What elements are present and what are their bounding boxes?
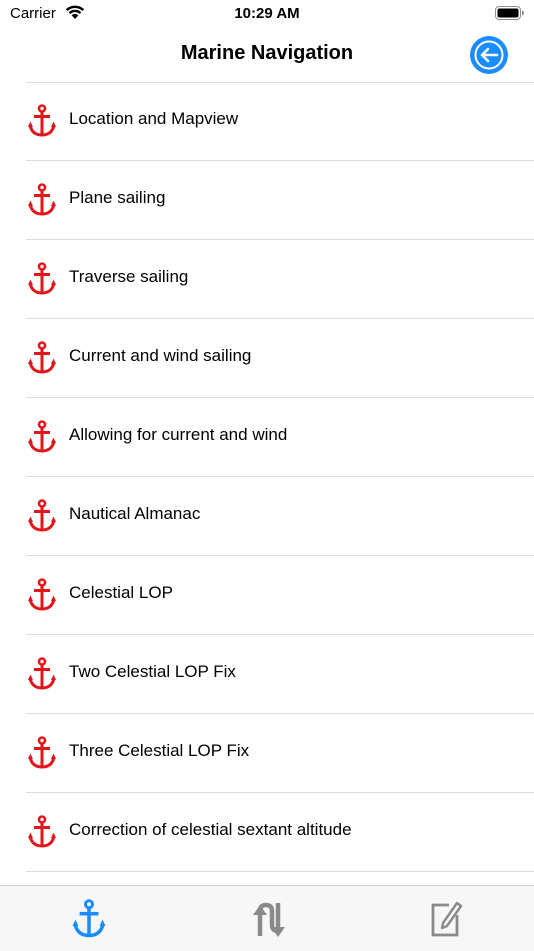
list-item-label: Location and Mapview bbox=[69, 109, 239, 128]
list-item[interactable]: Traverse sailing bbox=[0, 240, 534, 319]
anchor-icon bbox=[28, 578, 56, 611]
tab-notes[interactable] bbox=[356, 886, 534, 951]
list-item-label: Three Celestial LOP Fix bbox=[69, 741, 250, 760]
list-item[interactable]: Correction of celestial sextant altitude bbox=[0, 793, 534, 872]
anchor-icon bbox=[28, 736, 56, 769]
list-item[interactable]: Allowing for current and wind bbox=[0, 398, 534, 477]
list-item[interactable]: Celestial LOP bbox=[0, 556, 534, 635]
list-item[interactable]: Two Celestial LOP Fix bbox=[0, 635, 534, 714]
anchor-icon bbox=[28, 420, 56, 453]
anchor-icon bbox=[28, 657, 56, 690]
list-item[interactable]: Three Celestial LOP Fix bbox=[0, 714, 534, 793]
list-item[interactable]: Current and wind sailing bbox=[0, 319, 534, 398]
list-item[interactable]: Plane sailing bbox=[0, 161, 534, 240]
anchor-icon bbox=[72, 899, 106, 938]
list-item-label: Traverse sailing bbox=[69, 267, 189, 286]
swap-arrows-icon bbox=[253, 902, 285, 937]
list-item-label: Celestial LOP bbox=[69, 583, 173, 602]
status-time: 10:29 AM bbox=[234, 5, 300, 22]
anchor-icon bbox=[28, 104, 56, 137]
battery-icon bbox=[495, 6, 524, 20]
arrow-left-circle-icon bbox=[470, 36, 508, 74]
anchor-icon bbox=[28, 183, 56, 216]
back-button[interactable] bbox=[469, 35, 509, 75]
list-item-label: Allowing for current and wind bbox=[69, 425, 288, 444]
navigation-bar: Marine Navigation bbox=[0, 28, 534, 82]
list-item-label: Current and wind sailing bbox=[69, 346, 252, 365]
list-item-label: Correction of celestial sextant altitude bbox=[69, 820, 352, 839]
anchor-icon bbox=[28, 815, 56, 848]
anchor-icon bbox=[28, 341, 56, 374]
tab-bar bbox=[0, 885, 534, 951]
page-title: Marine Navigation bbox=[180, 42, 354, 64]
menu-list: Location and Mapview Plane sailing Trave… bbox=[0, 82, 534, 872]
tab-anchor[interactable] bbox=[0, 886, 178, 951]
anchor-icon bbox=[28, 262, 56, 295]
status-bar: Carrier 10:29 AM bbox=[0, 0, 534, 28]
anchor-icon bbox=[28, 499, 56, 532]
list-item[interactable]: Location and Mapview bbox=[0, 82, 534, 161]
list-item-label: Two Celestial LOP Fix bbox=[69, 662, 236, 681]
list-item[interactable]: Nautical Almanac bbox=[0, 477, 534, 556]
tab-swap[interactable] bbox=[178, 886, 356, 951]
list-item-label: Nautical Almanac bbox=[69, 504, 201, 523]
list-divider bbox=[26, 871, 534, 872]
edit-note-icon bbox=[431, 901, 463, 937]
list-item-label: Plane sailing bbox=[69, 188, 166, 207]
